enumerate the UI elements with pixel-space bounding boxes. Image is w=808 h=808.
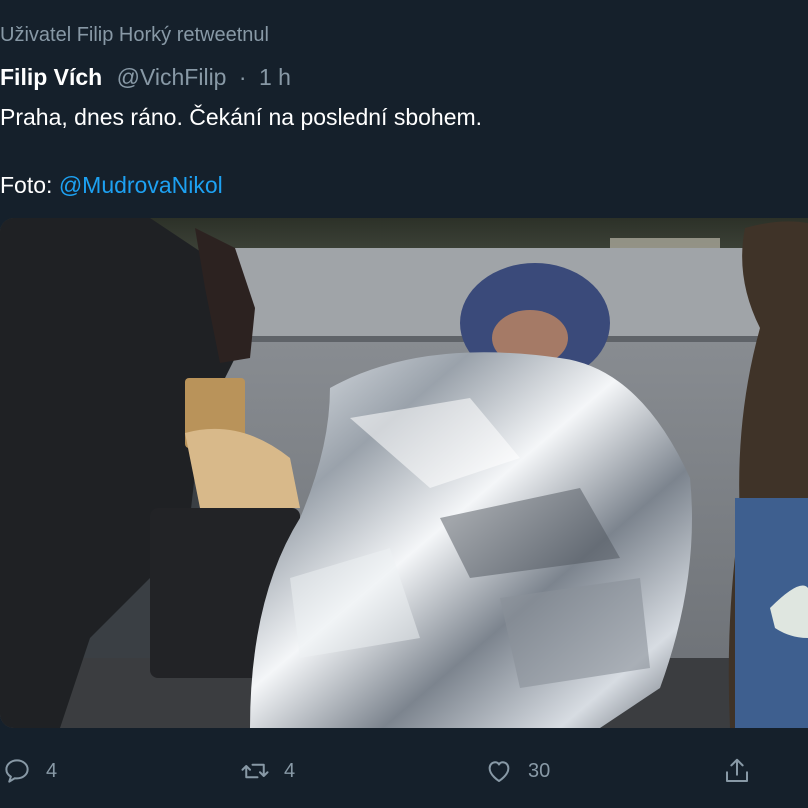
- tweet-time[interactable]: 1 h: [259, 64, 291, 90]
- reply-count: 4: [46, 759, 58, 782]
- mention-link[interactable]: @MudrovaNikol: [59, 172, 223, 198]
- separator-dot: ·: [238, 64, 247, 90]
- retweet-button[interactable]: 4: [240, 756, 295, 786]
- tweet-actions: 4 4 30: [0, 756, 808, 796]
- author-handle[interactable]: @VichFilip: [117, 64, 227, 90]
- tweet-card[interactable]: Uživatel Filip Horký retweetnul Filip Ví…: [0, 0, 808, 808]
- author-name[interactable]: Filip Vích: [0, 64, 102, 90]
- tweet-text-line: Praha, dnes ráno. Čekání na poslední sbo…: [0, 104, 483, 130]
- like-icon: [488, 761, 510, 782]
- like-button[interactable]: 30: [484, 756, 550, 786]
- retweet-context: Uživatel Filip Horký retweetnul: [0, 24, 269, 46]
- reply-icon: [5, 759, 29, 783]
- tweet-credit-line: Foto: @MudrovaNikol: [0, 168, 482, 202]
- retweet-icon: [241, 763, 269, 779]
- author-line: Filip Vích @VichFilip · 1 h: [0, 64, 291, 91]
- retweet-count: 4: [284, 759, 296, 782]
- tweet-photo[interactable]: [0, 218, 808, 728]
- like-count: 30: [528, 759, 551, 782]
- tweet-text: Praha, dnes ráno. Čekání na poslední sbo…: [0, 100, 482, 202]
- reply-button[interactable]: 4: [2, 756, 57, 786]
- share-button[interactable]: [722, 756, 766, 786]
- credit-prefix: Foto:: [0, 172, 59, 198]
- share-icon: [726, 758, 748, 782]
